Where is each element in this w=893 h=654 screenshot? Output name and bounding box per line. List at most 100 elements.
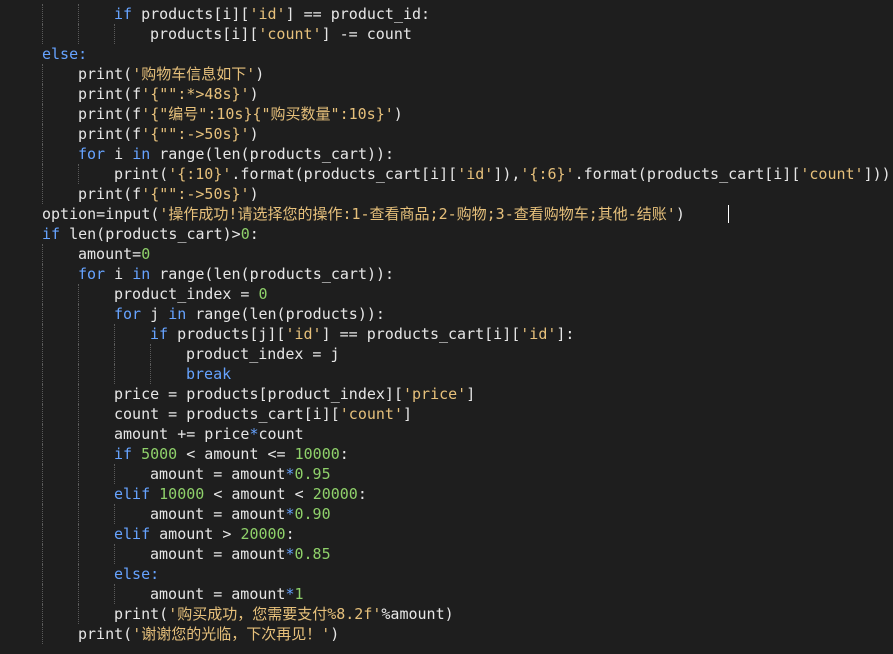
- code-line[interactable]: print('购买成功，您需要支付%8.2f'%amount): [114, 604, 454, 624]
- code-token: *: [249, 425, 259, 443]
- code-token: 0: [141, 245, 151, 263]
- code-line[interactable]: else:: [114, 564, 159, 584]
- indent-guide: [42, 524, 43, 544]
- code-editor[interactable]: if products[i]['id'] == product_id: produ…: [0, 0, 893, 654]
- code-line[interactable]: product_index = j: [186, 344, 340, 364]
- code-token: 'id': [285, 325, 322, 343]
- code-token: ][: [240, 25, 259, 43]
- code-token: 0.90: [294, 505, 331, 523]
- code-token: .format(products_cart[i][: [574, 165, 801, 183]
- code-token: ])): [863, 165, 891, 183]
- code-token: :: [249, 225, 259, 243]
- code-token: 1: [294, 585, 304, 603]
- indent-guide: [42, 164, 43, 184]
- code-token: print(: [78, 65, 133, 83]
- code-token: 'price': [402, 385, 467, 403]
- indent-guide: [114, 344, 115, 364]
- code-line[interactable]: for j in range(len(products)):: [114, 304, 385, 324]
- code-line[interactable]: else:: [42, 44, 87, 64]
- code-token: range(len(products_cart)):: [159, 145, 395, 163]
- code-token: < amount <=: [177, 445, 295, 463]
- indent-guide: [42, 104, 43, 124]
- indent-guide: [42, 124, 43, 144]
- code-token: products[: [150, 25, 232, 43]
- code-token: print(: [114, 605, 169, 623]
- code-line[interactable]: for i in range(len(products_cart)):: [78, 264, 394, 284]
- indent-guide: [78, 584, 79, 604]
- indent-guide: [114, 24, 115, 44]
- code-line[interactable]: if products[j]['id'] == products_cart[i]…: [150, 324, 574, 344]
- code-line[interactable]: print(f'{"":->50s}'): [78, 124, 259, 144]
- indent-guide: [42, 24, 43, 44]
- code-line[interactable]: amount = amount*0.95: [150, 464, 331, 484]
- code-token: '{"":->50s}': [141, 125, 250, 143]
- indent-guide: [114, 364, 115, 384]
- code-token: range(len(products_cart)):: [159, 265, 395, 283]
- code-token: 0.95: [294, 465, 331, 483]
- code-line[interactable]: price = products[product_index]['price']: [114, 384, 475, 404]
- indent-guide: [42, 4, 43, 24]
- code-token: count: [258, 425, 304, 443]
- code-token: product_index =: [114, 285, 259, 303]
- code-line[interactable]: if products[i]['id'] == product_id:: [114, 4, 430, 24]
- code-line[interactable]: amount=0: [78, 244, 150, 264]
- code-token: i: [114, 265, 133, 283]
- code-token: print(f: [78, 125, 142, 143]
- code-token: for: [78, 145, 115, 163]
- code-token: *: [285, 505, 295, 523]
- code-line[interactable]: break: [186, 364, 231, 384]
- code-token: products[: [141, 5, 223, 23]
- code-token: '操作成功!请选择您的操作:1-查看商品;2-购物;3-查看购物车;其他-结账': [159, 205, 676, 223]
- code-line[interactable]: print(f'{"":->50s}'): [78, 184, 259, 204]
- code-token: option=input(: [42, 205, 160, 223]
- indent-guide: [42, 184, 43, 204]
- code-line[interactable]: count = products_cart[i]['count']: [114, 404, 412, 424]
- indent-guide: [78, 344, 79, 364]
- code-line[interactable]: print('{:10}'.format(products_cart[i]['i…: [114, 164, 891, 184]
- code-line[interactable]: print(f'{"编号":10s}{"购买数量":10s}'): [78, 104, 403, 124]
- code-line[interactable]: amount = amount*1: [150, 584, 304, 604]
- code-line[interactable]: product_index = 0: [114, 284, 268, 304]
- code-token: *: [285, 465, 295, 483]
- indent-guide: [78, 164, 79, 184]
- code-token: if: [150, 325, 178, 343]
- indent-guide: [42, 304, 43, 324]
- code-line[interactable]: elif 10000 < amount < 20000:: [114, 484, 367, 504]
- code-line[interactable]: if len(products_cart)>0:: [42, 224, 259, 244]
- indent-guide: [78, 364, 79, 384]
- code-line[interactable]: print('谢谢您的光临，下次再见！'): [78, 624, 339, 644]
- code-line[interactable]: amount = amount*0.85: [150, 544, 331, 564]
- code-line[interactable]: for i in range(len(products_cart)):: [78, 144, 394, 164]
- code-token: ]),: [493, 165, 521, 183]
- indent-guide: [42, 324, 43, 344]
- indent-guide: [114, 584, 115, 604]
- indent-guide: [78, 524, 79, 544]
- code-token: ): [675, 205, 685, 223]
- code-line[interactable]: print('购物车信息如下'): [78, 64, 264, 84]
- indent-guide: [42, 504, 43, 524]
- code-line[interactable]: print(f'{"":*>48s}'): [78, 84, 259, 104]
- indent-guide: [78, 324, 79, 344]
- indent-guide: [78, 444, 79, 464]
- code-line[interactable]: amount += price*count: [114, 424, 304, 444]
- code-token: 10000: [159, 485, 205, 503]
- code-token: amount = amount: [150, 465, 286, 483]
- code-token: i: [231, 25, 241, 43]
- indent-guide: [42, 564, 43, 584]
- indent-guide: [42, 624, 43, 644]
- indent-guide: [42, 544, 43, 564]
- indent-guide: [78, 384, 79, 404]
- code-line[interactable]: option=input('操作成功!请选择您的操作:1-查看商品;2-购物;3…: [42, 204, 685, 224]
- code-token: ): [249, 125, 259, 143]
- code-line[interactable]: amount = amount*0.90: [150, 504, 331, 524]
- code-token: '购物车信息如下': [132, 65, 256, 83]
- code-line[interactable]: products[i]['count'] -= count: [150, 24, 412, 44]
- code-token: '{:6}': [520, 165, 575, 183]
- indent-guide: [114, 464, 115, 484]
- code-line[interactable]: if 5000 < amount <= 10000:: [114, 444, 349, 464]
- code-line[interactable]: elif amount > 20000:: [114, 524, 295, 544]
- indent-guide: [78, 284, 79, 304]
- code-token: amount=: [78, 245, 142, 263]
- indent-guide: [150, 344, 151, 364]
- code-token: 0.85: [294, 545, 331, 563]
